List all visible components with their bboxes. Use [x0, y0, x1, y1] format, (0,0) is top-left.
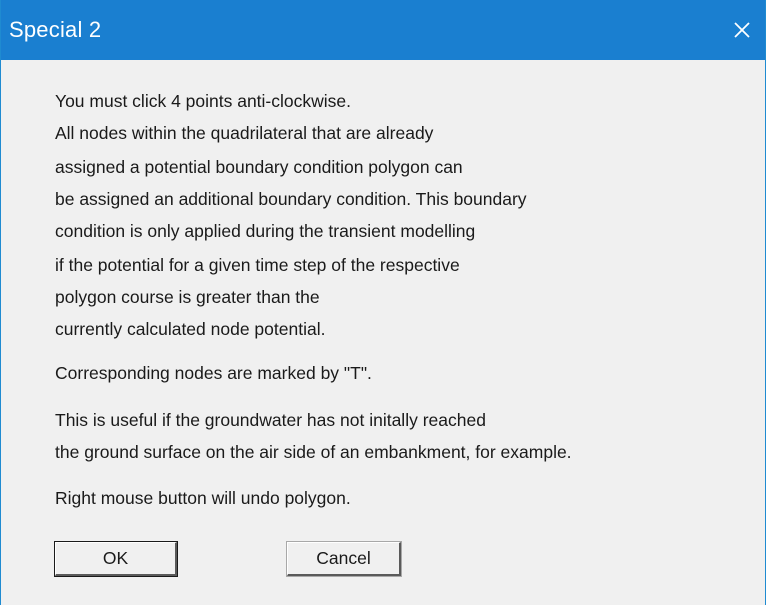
message-line: condition is only applied during the tra…	[55, 221, 476, 241]
close-button[interactable]	[719, 0, 765, 60]
marked-note: Corresponding nodes are marked by "T".	[55, 363, 372, 383]
useful-line: the ground surface on the air side of an…	[55, 442, 572, 462]
close-icon	[734, 22, 750, 38]
message-line: currently calculated node potential.	[55, 319, 326, 339]
window-title: Special 2	[9, 17, 102, 42]
undo-note: Right mouse button will undo polygon.	[55, 488, 351, 508]
message-line: You must click 4 points anti-clockwise.	[55, 91, 352, 111]
title-bar[interactable]: Special 2	[1, 0, 765, 60]
message-line: if the potential for a given time step o…	[55, 255, 460, 275]
ok-button[interactable]: OK	[54, 541, 178, 577]
message-line: All nodes within the quadrilateral that …	[55, 123, 434, 143]
message-line: be assigned an additional boundary condi…	[55, 189, 527, 209]
cancel-button[interactable]: Cancel	[286, 541, 402, 577]
special-2-dialog: Special 2 You must click 4 points anti-c…	[0, 0, 766, 605]
message-line: polygon course is greater than the	[55, 287, 320, 307]
useful-line: This is useful if the groundwater has no…	[55, 410, 486, 430]
message-line: assigned a potential boundary condition …	[55, 157, 463, 177]
